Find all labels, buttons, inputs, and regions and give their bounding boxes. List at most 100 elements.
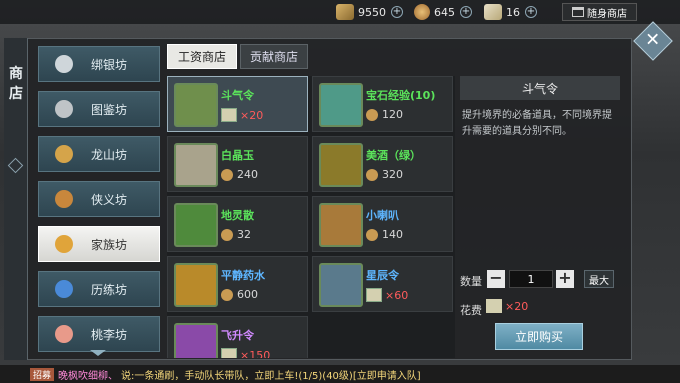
- item-price-value: 120: [382, 108, 403, 121]
- portable-shop-button[interactable]: 随身商店: [562, 3, 637, 21]
- sidebar-item-label: 家族坊: [91, 237, 128, 252]
- orb-icon: [55, 280, 73, 298]
- shop-item-card[interactable]: 飞升令 ×150: [167, 316, 308, 358]
- ticket-resource: 16 +: [484, 3, 537, 21]
- ticket-amount: 16: [506, 5, 520, 19]
- diamond-ornament-icon: [7, 157, 24, 174]
- coin-icon: [414, 4, 430, 20]
- quantity-label: 数量: [460, 275, 482, 288]
- add-ticket-button[interactable]: +: [525, 6, 537, 18]
- max-quantity-button[interactable]: 最大: [584, 270, 614, 288]
- quantity-input[interactable]: 1: [509, 270, 553, 288]
- scroll-down-arrow-icon[interactable]: [90, 350, 106, 356]
- item-price: 120: [366, 108, 403, 121]
- shop-category-list[interactable]: 绑银坊图鉴坊龙山坊侠义坊家族坊历练坊桃李坊: [38, 46, 160, 356]
- add-silver-button[interactable]: +: [391, 6, 403, 18]
- sidebar-item[interactable]: 历练坊: [38, 271, 160, 307]
- sidebar-item[interactable]: 桃李坊: [38, 316, 160, 352]
- close-button[interactable]: ✕: [633, 21, 673, 61]
- ticket-icon: [221, 348, 237, 358]
- silver-ingot-icon: [336, 4, 354, 20]
- coin-icon: [221, 228, 233, 241]
- coin-icon: [366, 108, 378, 121]
- chat-speaker[interactable]: 晚枫吹细柳、: [58, 367, 118, 382]
- peach-icon: [55, 325, 73, 343]
- tab-contribution-shop[interactable]: 贡献商店: [240, 44, 308, 69]
- item-grid[interactable]: 斗气令 ×20 宝石经验(10) 120 白晶玉 240 美酒（绿） 320 地灵散 32 小喇叭 1…: [167, 76, 455, 358]
- item-icon: [174, 323, 218, 358]
- add-coin-button[interactable]: +: [460, 6, 472, 18]
- item-price: ×60: [366, 288, 408, 302]
- medal-icon: [55, 190, 73, 208]
- ticket-icon: [366, 288, 382, 302]
- item-icon: [319, 143, 363, 187]
- item-icon: [174, 143, 218, 187]
- book-icon: [55, 100, 73, 118]
- item-name: 飞升令: [221, 329, 254, 342]
- item-price: 320: [366, 168, 403, 181]
- tab-label: 贡献商店: [249, 50, 298, 64]
- detail-title: 斗气令: [460, 76, 620, 100]
- shop-item-card[interactable]: 小喇叭 140: [312, 196, 453, 252]
- item-name: 小喇叭: [366, 209, 399, 222]
- sidebar-item-label: 绑银坊: [91, 57, 128, 72]
- tab-salary-shop[interactable]: 工资商店: [167, 44, 237, 69]
- sidebar-item-label: 历练坊: [91, 282, 128, 297]
- ticket-icon: [221, 108, 237, 122]
- sidebar-item[interactable]: 绑银坊: [38, 46, 160, 82]
- shop-title: 商 店: [7, 64, 25, 104]
- top-resource-bar: 9550 + 645 + 16 + 随身商店: [0, 0, 680, 24]
- item-name: 白晶玉: [221, 149, 254, 162]
- item-icon: [174, 83, 218, 127]
- shop-item-card[interactable]: 白晶玉 240: [167, 136, 308, 192]
- shop-icon: [572, 7, 584, 17]
- dragon-icon: [55, 145, 73, 163]
- item-price: 600: [221, 288, 258, 301]
- coin-icon: [221, 168, 233, 181]
- item-price-value: 32: [237, 228, 251, 241]
- close-icon: ✕: [645, 29, 661, 51]
- coin-resource: 645 +: [414, 3, 472, 21]
- item-name: 宝石经验(10): [366, 89, 436, 102]
- item-price: 140: [366, 228, 403, 241]
- shop-item-card[interactable]: 美酒（绿） 320: [312, 136, 453, 192]
- ticket-icon: [484, 4, 502, 20]
- item-name: 地灵散: [221, 209, 254, 222]
- shop-item-card[interactable]: 平静药水 600: [167, 256, 308, 312]
- buy-now-button[interactable]: 立即购买: [495, 323, 583, 350]
- sidebar-item[interactable]: 侠义坊: [38, 181, 160, 217]
- coin-icon: [366, 228, 378, 241]
- shop-item-card[interactable]: 星辰令 ×60: [312, 256, 453, 312]
- detail-description: 提升境界的必备道具，不同境界提升需要的道具分别不同。: [462, 110, 612, 137]
- sidebar-item[interactable]: 龙山坊: [38, 136, 160, 172]
- sidebar-item[interactable]: 家族坊: [38, 226, 160, 262]
- item-icon: [319, 203, 363, 247]
- shop-item-card[interactable]: 宝石经验(10) 120: [312, 76, 453, 132]
- item-name: 美酒（绿）: [366, 149, 421, 162]
- shop-title-text: 商 店: [9, 66, 23, 102]
- cost-label: 花费: [460, 304, 482, 317]
- shop-vertical-tab: 商 店: [4, 38, 28, 360]
- item-name: 斗气令: [221, 89, 254, 102]
- item-price-value: 140: [382, 228, 403, 241]
- item-icon: [319, 83, 363, 127]
- silver-icon: [55, 55, 73, 73]
- item-name: 平静药水: [221, 269, 265, 282]
- decrease-quantity-button[interactable]: −: [487, 270, 505, 288]
- coin-amount: 645: [434, 5, 455, 19]
- chat-bar[interactable]: 招募 晚枫吹细柳、 说:一条通刷，手动队长带队，立即上车!(1/5)(40级)[…: [0, 365, 680, 383]
- item-icon: [174, 263, 218, 307]
- cost-amount: ×20: [505, 299, 529, 313]
- sidebar-item-label: 侠义坊: [91, 192, 128, 207]
- shop-item-card[interactable]: 地灵散 32: [167, 196, 308, 252]
- item-detail: 斗气令 提升境界的必备道具，不同境界提升需要的道具分别不同。 数量 − 1 + …: [460, 76, 620, 358]
- item-price: ×20: [221, 108, 263, 122]
- increase-quantity-button[interactable]: +: [556, 270, 574, 288]
- coin-icon: [366, 168, 378, 181]
- sidebar-item[interactable]: 图鉴坊: [38, 91, 160, 127]
- item-price-value: ×20: [240, 108, 264, 122]
- item-price-value: ×60: [385, 288, 409, 302]
- shop-item-card[interactable]: 斗气令 ×20: [167, 76, 308, 132]
- item-price-value: 320: [382, 168, 403, 181]
- sidebar-item-label: 龙山坊: [91, 147, 128, 162]
